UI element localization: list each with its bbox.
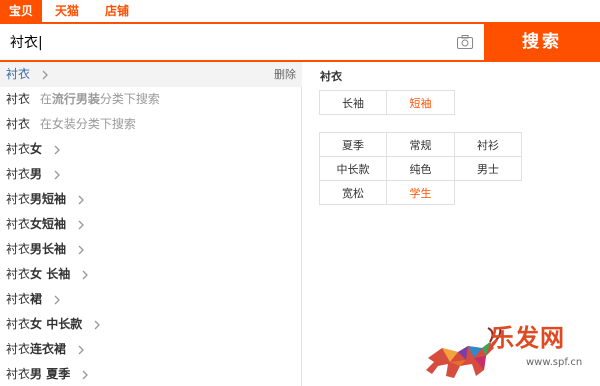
suggestion-suffix: 连衣裙 [30,342,67,356]
chevron-right-icon [78,345,84,354]
chevron-right-icon [82,270,88,279]
suggestion-item[interactable]: 衬衣女 中长款 [0,312,302,337]
suggestion-item[interactable]: 衬衣女短袖 [0,212,302,237]
suggestion-text: 衬衣 [6,292,31,306]
suggestion-item[interactable]: 衬衣女 [0,137,302,162]
suggestion-suffix: 男 [30,167,43,181]
suggestion-text: 衬衣 [6,217,31,231]
suggestion-item[interactable]: 衬衣 删除 [0,62,302,87]
watermark-url: www.spf.cn [526,357,583,368]
attr-option[interactable]: 宽松 [319,180,387,205]
chevron-right-icon [94,320,100,329]
suggestion-text: 衬衣 [6,342,31,356]
suggestion-suffix: 女 [30,142,43,156]
suggestion-item[interactable]: 衬衣男长袖 [0,237,302,262]
suggestion-suffix: 男短袖 [30,192,67,206]
attr-sleeve-short[interactable]: 短袖 [386,90,455,115]
attr-option[interactable]: 常规 [386,132,455,157]
search-bar: 搜索 [0,22,600,62]
suggestion-hint: 在女装分类下搜索 [39,117,136,131]
suggestion-hint: 在 [39,92,52,106]
search-type-tabs: 宝贝 天猫 店铺 [0,0,600,24]
suggestion-suffix: 女短袖 [30,217,67,231]
suggestion-text: 衬衣 [6,167,31,181]
suggestion-suffix: 男长袖 [30,242,67,256]
chevron-right-icon [78,195,84,204]
suggestion-text: 衬衣 [6,367,31,381]
watermark-brand: 乐发网 [490,323,565,352]
suggestion-text: 衬衣 [6,92,31,106]
suggestion-text: 衬衣 [6,317,31,331]
suggestion-suffix: 女 中长款 [30,317,83,331]
suggestion-item[interactable]: 衬衣男 [0,162,302,187]
tab-tmall[interactable]: 天猫 [46,0,88,22]
suggestion-suffix: 裙 [30,292,43,306]
attr-option[interactable]: 中长款 [319,156,387,181]
chevron-right-icon [54,170,60,179]
suggestion-suffix: 男 夏季 [30,367,71,381]
suggestion-text: 衬衣 [6,142,31,156]
chevron-right-icon [78,245,84,254]
attr-option[interactable]: 学生 [386,180,455,205]
suggestion-text: 衬衣 [6,192,31,206]
chevron-right-icon [54,295,60,304]
chevron-right-icon [78,220,84,229]
suggestion-item[interactable]: 衬衣男短袖 [0,187,302,212]
chevron-right-icon [82,370,88,379]
attr-option[interactable]: 男士 [454,156,522,181]
chevron-right-icon [42,70,48,79]
suggestion-item[interactable]: 衬衣男 夏季 [0,362,302,386]
search-input[interactable] [0,24,484,60]
suggestion-suffix: 女 长袖 [30,267,71,281]
suggestion-text: 衬衣 [6,242,31,256]
attr-option[interactable]: 衬衫 [454,132,522,157]
tab-shop[interactable]: 店铺 [96,0,138,22]
suggestion-item[interactable]: 衬衣连衣裙 [0,337,302,362]
suggestion-item[interactable]: 衬衣 在女装分类下搜索 [0,112,302,137]
suggestion-text: 衬衣 [6,267,31,281]
suggestion-text: 衬衣 [6,117,31,131]
suggestion-item[interactable]: 衬衣女 长袖 [0,262,302,287]
attr-option[interactable]: 夏季 [319,132,387,157]
suggestion-item[interactable]: 衬衣 在流行男装分类下搜索 [0,87,302,112]
suggestion-list: 衬衣 删除 衬衣 在流行男装分类下搜索 衬衣 在女装分类下搜索 衬衣女 衬衣男 … [0,62,302,386]
suggestion-hint-tail: 分类下搜索 [99,92,160,106]
delete-history-link[interactable]: 删除 [274,62,296,87]
attr-option[interactable]: 纯色 [386,156,455,181]
search-button[interactable]: 搜索 [484,22,600,62]
suggestion-category: 流行男装 [51,92,100,106]
camera-icon[interactable] [457,35,473,49]
chevron-right-icon [54,145,60,154]
suggestion-item[interactable]: 衬衣裙 [0,287,302,312]
attr-sleeve-long[interactable]: 长袖 [319,90,387,115]
panel-title: 衬衣 [320,70,342,83]
suggestion-text: 衬衣 [6,67,31,81]
tab-baobei[interactable]: 宝贝 [0,0,42,22]
